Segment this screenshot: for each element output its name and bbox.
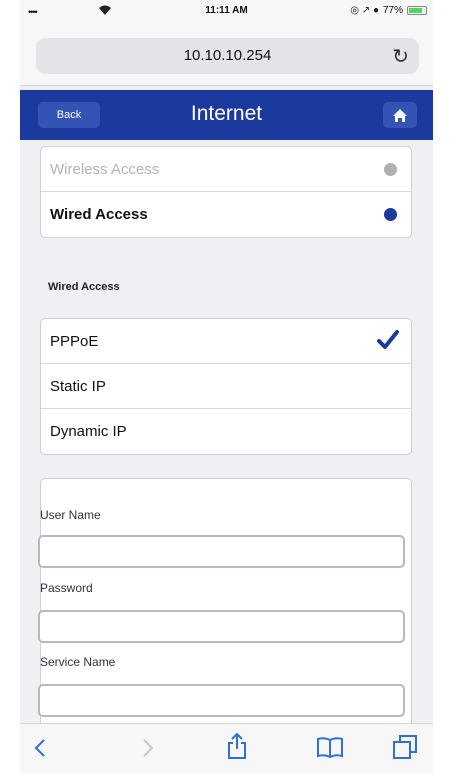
status-indicators-icon: ◎ ↗ ● [350, 5, 379, 16]
connection-type-card: PPPoE Static IP Dynamic IP [40, 318, 412, 455]
bookmarks-icon[interactable] [316, 736, 344, 758]
connection-option-static-ip[interactable]: Static IP [41, 364, 411, 409]
access-type-card: Wireless Access Wired Access [40, 146, 412, 238]
user-name-field[interactable] [38, 535, 405, 568]
service-name-label: Service Name [40, 655, 116, 669]
nav-bar: Back Internet [20, 90, 433, 140]
connection-option-label: Static IP [50, 377, 106, 395]
radio-selected-icon [384, 208, 397, 221]
tabs-icon[interactable] [392, 734, 418, 760]
connection-option-pppoe[interactable]: PPPoE [41, 319, 411, 364]
battery-percent: 77% [382, 5, 403, 16]
section-label: Wired Access [48, 281, 120, 293]
back-icon[interactable] [34, 738, 46, 758]
home-button[interactable] [383, 102, 417, 128]
home-icon [393, 108, 407, 122]
status-right: ◎ ↗ ● 77% [350, 5, 427, 16]
access-option-wireless[interactable]: Wireless Access [41, 147, 411, 192]
status-bar: •••• 11:11 AM ◎ ↗ ● 77% [20, 0, 433, 24]
url-text[interactable]: 10.10.10.254 [36, 47, 419, 64]
service-name-field[interactable] [38, 684, 405, 717]
connection-option-label: PPPoE [50, 332, 99, 350]
share-icon[interactable] [226, 732, 248, 760]
radio-unselected-icon [384, 163, 397, 176]
connection-option-dynamic-ip[interactable]: Dynamic IP [41, 409, 411, 454]
browser-address-area: 10.10.10.254 ↻ [20, 24, 433, 86]
reload-icon[interactable]: ↻ [392, 44, 409, 69]
user-name-label: User Name [40, 508, 101, 522]
forward-icon[interactable] [142, 738, 154, 758]
browser-toolbar [20, 723, 433, 773]
access-option-label: Wired Access [50, 206, 148, 223]
checkmark-icon [377, 330, 399, 349]
password-label: Password [40, 581, 93, 595]
address-bar[interactable]: 10.10.10.254 ↻ [36, 38, 419, 74]
access-option-wired[interactable]: Wired Access [41, 192, 411, 237]
password-field[interactable] [38, 610, 405, 643]
access-option-label: Wireless Access [50, 160, 160, 178]
back-button[interactable]: Back [38, 102, 100, 128]
connection-option-label: Dynamic IP [50, 423, 127, 440]
battery-icon [407, 6, 427, 15]
